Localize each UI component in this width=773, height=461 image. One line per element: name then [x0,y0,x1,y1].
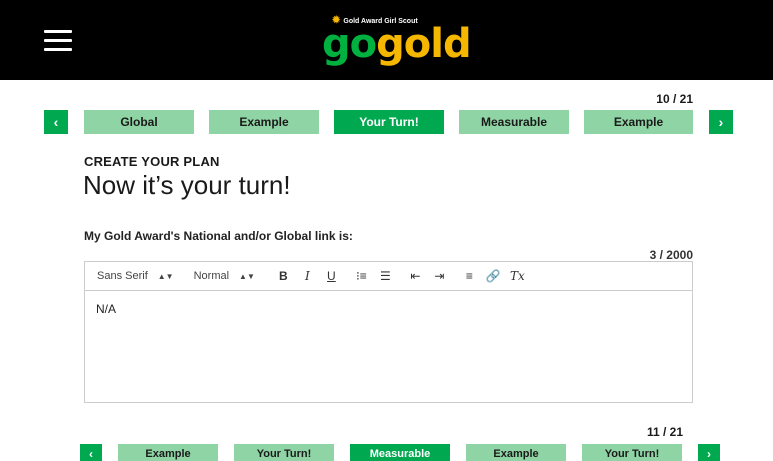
bold-button[interactable]: B [275,268,292,285]
section-label: CREATE YOUR PLAN [84,154,220,169]
hamburger-menu-icon[interactable] [44,30,72,52]
editor-toolbar: Sans Serif ▲▼ Normal ▲▼ B I U ⁝≡ ☰ ⇤ ⇥ ≡… [85,262,692,291]
align-icon[interactable]: ≡ [461,268,478,285]
logo-wordmark: gogold [322,21,472,67]
next-step-button[interactable]: › [709,110,733,134]
prev-step-button[interactable]: ‹ [44,110,68,134]
link-icon[interactable]: 🔗 [485,268,502,285]
caret-updown-icon: ▲▼ [239,271,255,281]
step-tab[interactable]: Example [209,110,319,134]
font-family-select[interactable]: Sans Serif ▲▼ [97,270,174,282]
step-tab[interactable]: Measurable [459,110,569,134]
step-tab[interactable]: Example [118,444,218,461]
step-tab-active[interactable]: Your Turn! [334,110,444,134]
character-count: 3 / 2000 [649,248,693,262]
prev-step-button[interactable]: ‹ [80,444,102,461]
step-tab[interactable]: Your Turn! [582,444,682,461]
ordered-list-icon[interactable]: ⁝≡ [353,268,370,285]
step-tab[interactable]: Example [584,110,693,134]
page-counter: 10 / 21 [656,92,693,106]
italic-button[interactable]: I [299,268,316,285]
site-header: ✹ Gold Award Girl Scout gogold [0,0,773,80]
question-label: My Gold Award's National and/or Global l… [84,229,353,243]
step-tab[interactable]: Example [466,444,566,461]
underline-button[interactable]: U [323,268,340,285]
chevron-right-icon: › [707,446,711,461]
step-tab[interactable]: Global [84,110,194,134]
indent-icon[interactable]: ⇥ [431,268,448,285]
gogold-logo[interactable]: ✹ Gold Award Girl Scout gogold [322,16,472,70]
font-size-select[interactable]: Normal ▲▼ [194,270,255,282]
editor-content[interactable]: N/A [96,302,116,316]
rich-text-editor: Sans Serif ▲▼ Normal ▲▼ B I U ⁝≡ ☰ ⇤ ⇥ ≡… [84,261,693,403]
bullet-list-icon[interactable]: ☰ [377,268,394,285]
clear-formatting-icon[interactable]: Tx [509,268,526,285]
page-counter: 11 / 21 [646,425,683,439]
next-step-button[interactable]: › [698,444,720,461]
step-tab[interactable]: Your Turn! [234,444,334,461]
caret-updown-icon: ▲▼ [157,271,174,281]
page-title: Now it’s your turn! [83,170,291,200]
chevron-right-icon: › [718,114,724,130]
step-tab-active[interactable]: Measurable [350,444,450,461]
chevron-left-icon: ‹ [53,114,59,130]
outdent-icon[interactable]: ⇤ [407,268,424,285]
chevron-left-icon: ‹ [89,446,93,461]
